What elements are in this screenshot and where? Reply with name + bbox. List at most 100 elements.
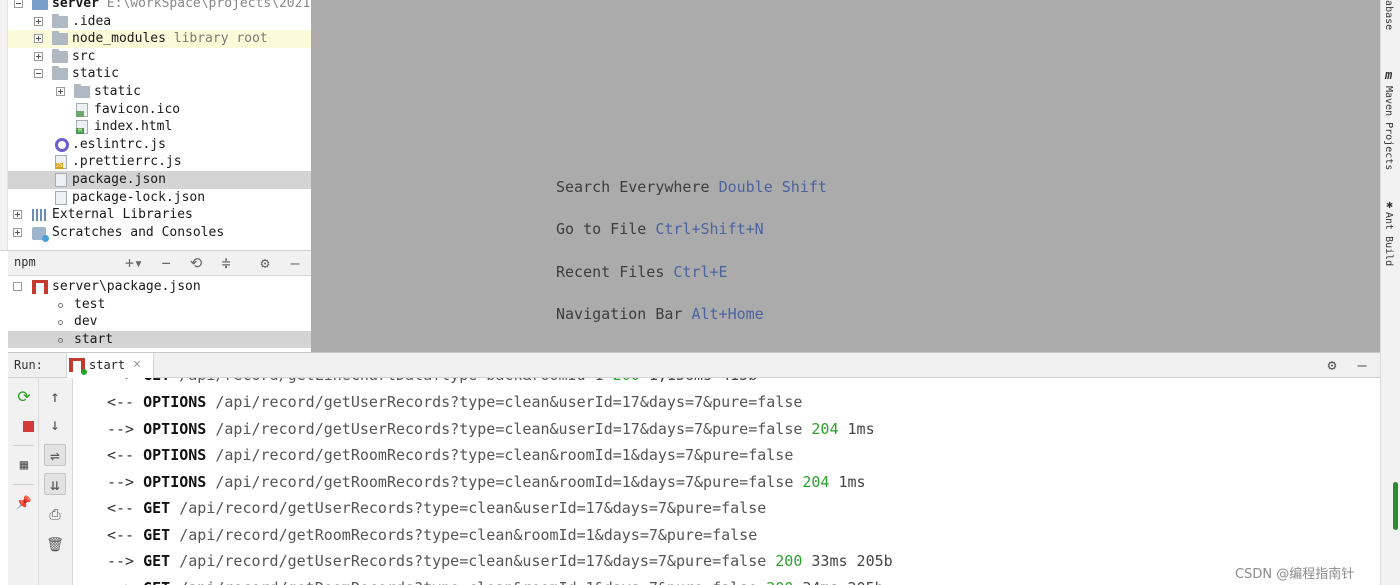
- npm-script-dev[interactable]: dev: [8, 313, 311, 331]
- log-arrow: -->: [107, 579, 134, 585]
- arrow-up-icon[interactable]: ↑: [44, 386, 66, 408]
- gear-icon[interactable]: ⚙: [1322, 356, 1342, 374]
- npm-script-test[interactable]: test: [8, 296, 311, 314]
- hint-recent-files: Recent Files Ctrl+E: [556, 263, 728, 281]
- folder-icon: [52, 31, 68, 46]
- trash-icon[interactable]: 🗑: [44, 534, 66, 556]
- folder-icon: [52, 48, 68, 63]
- collapse-icon[interactable]: [34, 69, 43, 79]
- log-path: /api/record/getRoomRecords?type=clean&ro…: [215, 472, 794, 491]
- npm-script-label: start: [74, 331, 114, 347]
- close-icon[interactable]: ×: [133, 357, 141, 372]
- collapse-icon[interactable]: [13, 282, 22, 291]
- log-arrow: <--: [107, 446, 135, 464]
- expand-icon[interactable]: [34, 16, 43, 26]
- log-method: OPTIONS: [143, 446, 207, 464]
- editor-empty-area[interactable]: Search Everywhere Double Shift Go to Fil…: [311, 0, 1380, 352]
- tree-item-external-libraries[interactable]: External Libraries: [8, 206, 311, 224]
- hint-shortcut: Ctrl+Shift+N: [655, 220, 764, 238]
- tree-item-favicon[interactable]: favicon.ico: [8, 101, 311, 119]
- tree-item-label: node_modules: [72, 31, 166, 47]
- tree-item-static-nested[interactable]: static: [8, 83, 311, 101]
- script-bullet-icon: [58, 337, 63, 343]
- json-file-icon: [55, 173, 67, 187]
- tree-item-label: static: [72, 66, 119, 82]
- npm-script-start[interactable]: start: [8, 330, 311, 349]
- tree-item-package-lock[interactable]: package-lock.json: [8, 189, 311, 207]
- tree-item-root[interactable]: server E:\workSpace\projects\2021-12: [8, 0, 311, 13]
- filter-icon[interactable]: ≑: [216, 254, 236, 272]
- tree-item-path: E:\workSpace\projects\2021-12: [106, 0, 311, 11]
- console-line: --> GET /api/record/getLineChartData?typ…: [107, 378, 757, 384]
- tree-item-static[interactable]: static: [8, 65, 311, 83]
- log-arrow: -->: [107, 552, 135, 570]
- tree-item-src[interactable]: src: [8, 48, 311, 66]
- hide-icon[interactable]: —: [1352, 356, 1372, 374]
- run-toolbar-primary: ⟳ ▦ 📌: [8, 378, 39, 585]
- tree-item-index-html[interactable]: H index.html: [8, 118, 311, 136]
- scroll-to-end-icon[interactable]: ⇊: [44, 473, 66, 495]
- layout-icon[interactable]: ▦: [13, 454, 35, 476]
- js-file-icon: JS: [55, 155, 67, 170]
- run-tab-start[interactable]: start ×: [66, 353, 154, 378]
- tree-item-scratches[interactable]: Scratches and Consoles: [8, 224, 311, 242]
- gear-icon[interactable]: ⚙: [255, 254, 275, 272]
- tree-item-label: src: [72, 48, 96, 64]
- log-path: /api/record/getRoomRecords?type=clean&ro…: [179, 525, 758, 544]
- log-path: /api/record/getUserRecords?type=clean&us…: [215, 419, 803, 438]
- log-status: 204: [811, 419, 839, 438]
- collapse-icon[interactable]: [14, 0, 23, 8]
- collapse-all-icon[interactable]: −: [156, 254, 176, 272]
- hint-label: Go to File: [556, 220, 647, 238]
- log-arrow: <--: [107, 499, 135, 517]
- hide-icon[interactable]: —: [285, 254, 305, 272]
- scratches-icon: [32, 226, 49, 242]
- npm-script-label: test: [74, 296, 106, 312]
- right-tool-strip: Database m Maven Projects ✱ Ant Build: [1380, 0, 1400, 585]
- expand-icon[interactable]: [34, 34, 43, 44]
- expand-icon[interactable]: [56, 87, 65, 96]
- console-scrollbar-thumb[interactable]: [1393, 482, 1398, 530]
- soft-wrap-icon[interactable]: ⇌: [44, 444, 66, 466]
- npm-panel: npm +▾ − ⟲ ≑ ⚙ — server\package.json tes…: [0, 250, 311, 352]
- log-timing: 1ms: [847, 419, 875, 438]
- expand-icon[interactable]: [13, 227, 22, 237]
- running-indicator-icon: [81, 369, 87, 375]
- refresh-icon[interactable]: ⟲: [186, 254, 206, 272]
- module-folder-icon: [32, 0, 48, 10]
- tree-item-eslintrc[interactable]: .eslintrc.js: [8, 136, 311, 154]
- tree-item-idea[interactable]: .idea: [8, 13, 311, 31]
- maven-projects-tool-tab[interactable]: Maven Projects: [1383, 86, 1394, 170]
- console-output[interactable]: --> GET /api/record/getLineChartData?typ…: [73, 378, 1380, 585]
- npm-package-node[interactable]: server\package.json: [8, 278, 311, 296]
- stop-button[interactable]: [13, 415, 35, 437]
- script-bullet-icon: [58, 302, 63, 308]
- database-tool-tab[interactable]: Database: [1383, 0, 1394, 30]
- add-icon[interactable]: +▾: [124, 254, 144, 272]
- run-panel-label: Run:: [14, 358, 43, 372]
- log-status: 200: [613, 378, 640, 384]
- html-file-icon: H: [76, 120, 88, 135]
- pin-icon[interactable]: 📌: [13, 493, 35, 515]
- npm-panel-header: npm +▾ − ⟲ ≑ ⚙ —: [8, 251, 311, 276]
- log-method: OPTIONS: [143, 393, 207, 411]
- arrow-down-icon[interactable]: ↓: [44, 414, 66, 436]
- npm-panel-title: npm: [14, 255, 36, 269]
- hint-shortcut: Ctrl+E: [673, 263, 728, 281]
- expand-icon[interactable]: [34, 51, 43, 61]
- tree-item-prettierrc[interactable]: JS .prettierrc.js: [8, 153, 311, 171]
- tree-item-label: index.html: [94, 119, 173, 135]
- rerun-icon[interactable]: ⟳: [13, 386, 35, 408]
- print-icon[interactable]: ⎙: [44, 504, 66, 526]
- tree-item-node-modules[interactable]: node_modules library root: [8, 30, 311, 48]
- tree-item-label: .idea: [72, 13, 112, 29]
- log-method: GET: [143, 378, 170, 384]
- tree-item-label: .prettierrc.js: [72, 154, 182, 170]
- ant-build-tool-tab[interactable]: Ant Build: [1383, 212, 1394, 266]
- expand-icon[interactable]: [13, 210, 22, 220]
- hint-label: Search Everywhere: [556, 178, 710, 196]
- tree-item-label: server: [52, 0, 99, 11]
- tree-item-package-json[interactable]: package.json: [8, 171, 311, 189]
- folder-icon: [52, 13, 68, 28]
- log-status: 200: [775, 552, 803, 570]
